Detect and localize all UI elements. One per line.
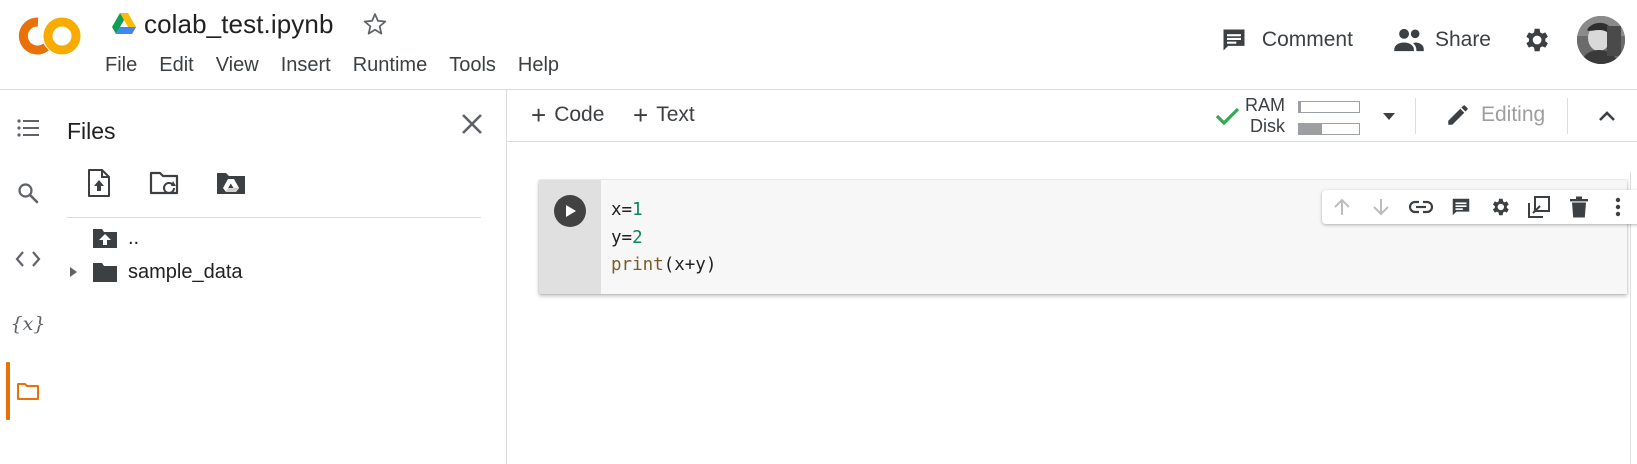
disk-usage-bar: [1298, 123, 1360, 135]
disk-usage-fill: [1299, 124, 1322, 134]
add-code-button[interactable]: + Code: [531, 102, 604, 128]
ram-label: RAM: [1245, 95, 1285, 115]
tree-item-sample-data[interactable]: sample_data: [56, 256, 496, 288]
expand-arrow-icon[interactable]: [68, 266, 80, 278]
notebook-area: x=1 y=2 print(x+y): [507, 142, 1637, 464]
comment-icon: [1223, 29, 1245, 51]
link-icon[interactable]: [1408, 195, 1433, 219]
add-code-label: Code: [554, 103, 605, 126]
chevron-down-icon[interactable]: [1377, 104, 1401, 128]
plus-icon: +: [531, 100, 547, 130]
delete-icon[interactable]: [1567, 195, 1590, 219]
settings-button[interactable]: [1521, 25, 1551, 55]
menu-help[interactable]: Help: [507, 52, 570, 79]
play-icon: [566, 205, 576, 217]
search-icon[interactable]: [14, 179, 42, 207]
left-rail: {x}: [0, 90, 56, 464]
editing-label: Editing: [1481, 103, 1546, 126]
variables-icon[interactable]: {x}: [11, 310, 46, 338]
cell-gutter: [539, 180, 601, 294]
tree-item-label: ..: [128, 226, 140, 249]
ram-usage-fill: [1299, 102, 1301, 112]
pencil-icon: [1448, 105, 1468, 125]
menu-runtime[interactable]: Runtime: [342, 52, 438, 79]
colab-logo[interactable]: [18, 14, 84, 58]
add-text-label: Text: [656, 103, 695, 126]
menu-view[interactable]: View: [205, 52, 270, 79]
files-panel: Files .. sample_data: [56, 90, 507, 464]
files-icon[interactable]: [14, 377, 42, 405]
folder-up-icon: [93, 229, 117, 248]
comment-icon[interactable]: [1449, 195, 1472, 219]
toolbar-divider: [1415, 98, 1416, 134]
run-cell-button[interactable]: [554, 195, 586, 227]
resource-labels[interactable]: RAM Disk: [1245, 95, 1285, 137]
close-icon[interactable]: [456, 108, 488, 140]
menu-bar: File Edit View Insert Runtime Tools Help: [94, 50, 570, 80]
code-snippets-icon[interactable]: [14, 245, 42, 273]
add-text-button[interactable]: + Text: [633, 102, 695, 128]
folder-icon: [93, 263, 117, 282]
user-avatar[interactable]: [1577, 16, 1625, 64]
app-header: colab_test.ipynb File Edit View Insert R…: [0, 0, 1637, 90]
files-panel-title: Files: [67, 118, 116, 144]
settings-icon[interactable]: [1488, 195, 1511, 219]
google-drive-icon: [112, 13, 136, 35]
table-of-contents-icon[interactable]: [14, 114, 42, 142]
tree-item-label: sample_data: [128, 260, 243, 283]
mount-drive-icon[interactable]: [214, 166, 248, 200]
active-rail-indicator: [6, 362, 10, 420]
code-line: y=2: [611, 227, 643, 248]
code-cell[interactable]: x=1 y=2 print(x+y): [539, 180, 1637, 294]
plus-icon: +: [633, 100, 649, 130]
mirror-cell-icon[interactable]: [1528, 195, 1551, 219]
connected-check-icon[interactable]: [1213, 102, 1241, 130]
disk-label: Disk: [1250, 116, 1285, 136]
settings-icon: [1526, 28, 1548, 52]
ram-usage-bar: [1298, 101, 1360, 113]
toolbar-divider: [1567, 98, 1568, 134]
menu-file[interactable]: File: [94, 52, 148, 79]
notebook-toolbar: + Code + Text RAM Disk Editing: [507, 90, 1637, 142]
comment-button[interactable]: Comment: [1220, 26, 1353, 54]
share-icon: [1394, 28, 1424, 52]
move-down-icon[interactable]: [1369, 195, 1392, 219]
files-toolbar: [82, 162, 280, 204]
tree-item-parent[interactable]: ..: [92, 222, 139, 254]
cell-toolbar: [1322, 190, 1637, 224]
more-vert-icon[interactable]: [1607, 195, 1630, 219]
menu-insert[interactable]: Insert: [270, 52, 342, 79]
move-up-icon[interactable]: [1330, 195, 1353, 219]
share-label: Share: [1434, 28, 1491, 51]
files-divider: [67, 217, 481, 218]
menu-edit[interactable]: Edit: [148, 52, 204, 79]
code-line: print(x+y): [611, 255, 717, 275]
editing-mode-button[interactable]: Editing: [1445, 102, 1545, 128]
menu-tools[interactable]: Tools: [438, 52, 507, 79]
upload-icon[interactable]: [82, 166, 116, 200]
refresh-folder-icon[interactable]: [148, 166, 182, 200]
code-line: x=1: [611, 200, 643, 220]
code-editor[interactable]: x=1 y=2 print(x+y): [611, 197, 716, 280]
star-icon[interactable]: [362, 11, 388, 37]
share-button[interactable]: Share: [1393, 26, 1491, 54]
notebook-title[interactable]: colab_test.ipynb: [144, 9, 334, 40]
comment-label: Comment: [1261, 28, 1353, 51]
chevron-up-icon[interactable]: [1595, 104, 1619, 128]
